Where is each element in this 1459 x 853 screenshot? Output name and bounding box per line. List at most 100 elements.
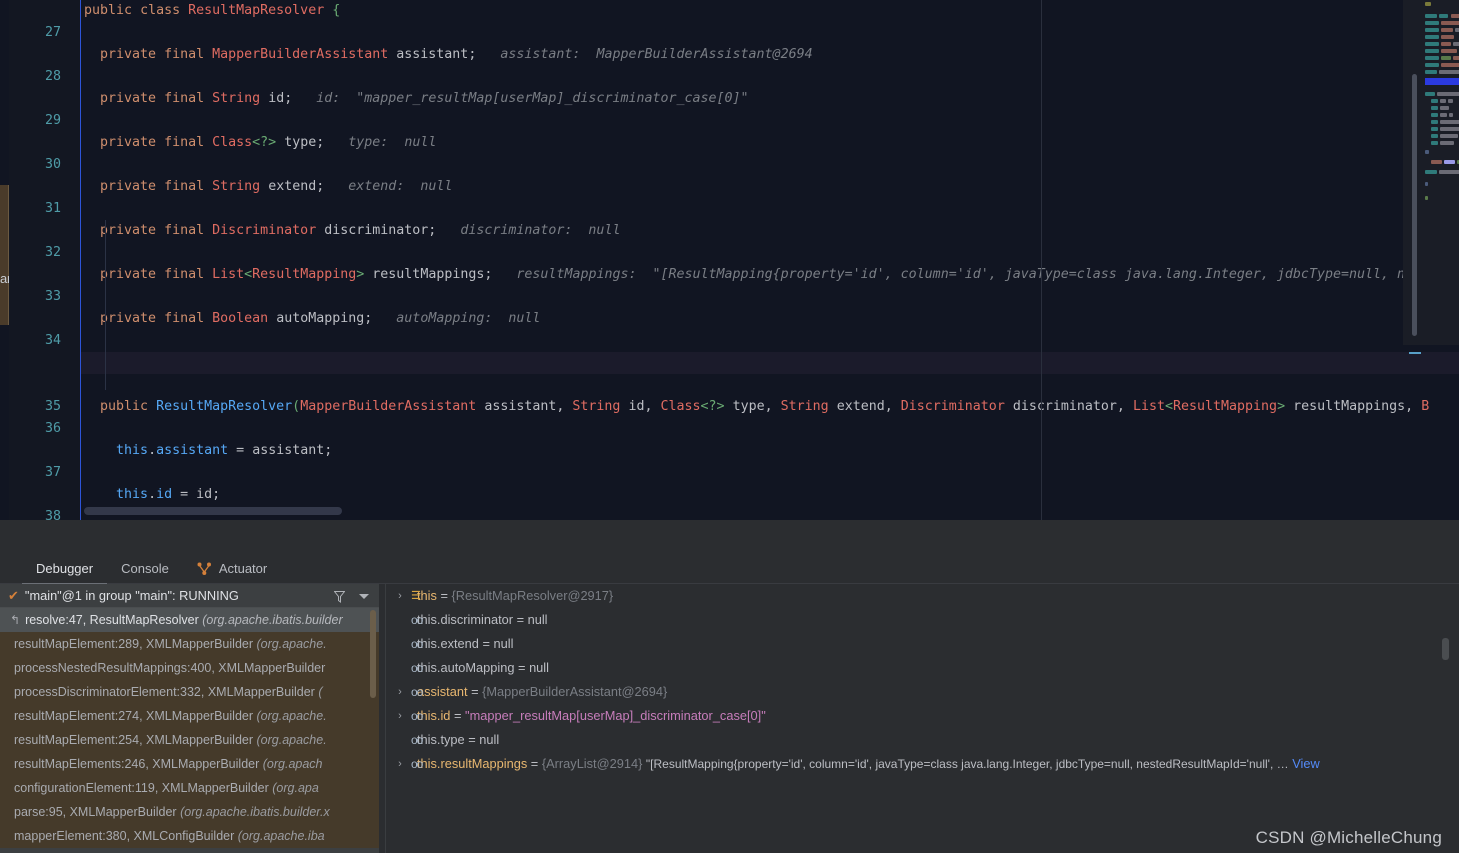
field-value-icon: oo	[411, 685, 423, 699]
inlay-hint: id: "mapper_resultMap[userMap]_discrimin…	[316, 91, 749, 106]
editor-vertical-scrollbar[interactable]	[1412, 74, 1417, 336]
variable-ref: {ArrayList@2914}	[541, 756, 643, 771]
code-line-32: 32 private final Discriminator discrimin…	[0, 220, 1459, 260]
caret-row-highlight	[80, 352, 1459, 374]
frames-scrollbar[interactable]	[370, 610, 376, 698]
field-value-icon: oo	[411, 733, 423, 747]
line-number: 36	[44, 421, 61, 436]
frame-package: (org.apa	[272, 781, 319, 795]
frame-package: (org.apache.ibatis.builder	[202, 613, 343, 627]
tab-actuator-label: Actuator	[218, 561, 268, 576]
inlay-hint: autoMapping: null	[396, 311, 541, 326]
frame-package: (org.apache.iba	[237, 829, 325, 843]
frame-row[interactable]: resultMapElements:246, XMLMapperBuilder …	[0, 752, 379, 776]
code-line-28: 28 private final MapperBuilderAssistant …	[0, 44, 1459, 84]
code-line-31: 31 private final String extend; extend: …	[0, 176, 1459, 216]
actuator-icon	[197, 562, 212, 575]
frame-package: (org.apache.	[256, 637, 327, 651]
editor-marker-stripe[interactable]	[1409, 352, 1421, 354]
variables-panel[interactable]: › ☰ this = {ResultMapResolver@2917} oo t…	[385, 584, 1459, 853]
frame-row[interactable]: resultMapElement:254, XMLMapperBuilder (…	[0, 728, 379, 752]
frame-row[interactable]: ↰ resolve:47, ResultMapResolver (org.apac…	[0, 608, 379, 632]
equals-sign: =	[513, 612, 528, 627]
code-line-34: 34 private final Boolean autoMapping; au…	[0, 308, 1459, 348]
chevron-right-icon[interactable]: ›	[393, 584, 407, 608]
frame-row[interactable]: configurationElement:119, XMLMapperBuild…	[0, 776, 379, 800]
code-lines: 27 public class ResultMapResolver { 28 p…	[0, 0, 1459, 520]
debug-tabs: Debugger Console Actuator	[0, 554, 1459, 585]
frame-method: resultMapElement:254, XMLMapperBuilder	[14, 733, 254, 747]
frame-method: configurationElement:119, XMLMapperBuild…	[14, 781, 269, 795]
equals-sign: =	[514, 660, 530, 675]
frames-panel: ✔ "main"@1 in group "main": RUNNING ↰ res…	[0, 584, 379, 853]
line-number: 31	[44, 201, 61, 216]
code-left-border	[80, 0, 81, 520]
variable-ref: {ResultMapResolver@2917}	[451, 588, 614, 603]
variable-row-automapping[interactable]: oo this.autoMapping = null	[385, 656, 1459, 680]
tab-console[interactable]: Console	[107, 554, 183, 584]
view-link[interactable]: View	[1292, 756, 1320, 771]
chevron-right-icon[interactable]: ›	[393, 704, 407, 728]
code-line-33: 33 private final List<ResultMapping> res…	[0, 264, 1459, 304]
variable-row-id[interactable]: › oo this.id = "mapper_resultMap[userMap…	[385, 704, 1459, 728]
chevron-down-icon[interactable]	[359, 593, 369, 599]
variable-name: assistant	[417, 684, 468, 699]
variable-name: this.extend	[417, 636, 479, 651]
minimap-highlight	[1425, 78, 1459, 85]
variable-name: this.resultMappings	[417, 756, 528, 771]
inlay-hint: assistant: MapperBuilderAssistant@2694	[500, 47, 813, 62]
variable-row-assistant[interactable]: › oo assistant = {MapperBuilderAssistant…	[385, 680, 1459, 704]
variable-row-resultmappings[interactable]: › oo this.resultMappings = {ArrayList@29…	[385, 752, 1459, 776]
tab-debugger[interactable]: Debugger	[22, 554, 108, 585]
frame-row[interactable]: resultMapElement:274, XMLMapperBuilder (…	[0, 704, 379, 728]
variable-value: null	[529, 660, 549, 675]
no-expander	[393, 632, 407, 656]
variable-row-discriminator[interactable]: oo this.discriminator = null	[385, 608, 1459, 632]
variable-value: null	[527, 612, 548, 627]
code-line-36: 36 public ResultMapResolver(MapperBuilde…	[0, 396, 1459, 436]
equals-sign: =	[464, 732, 480, 747]
line-number: 33	[44, 289, 61, 304]
line-number: 34	[44, 333, 61, 348]
filter-icon[interactable]	[333, 590, 346, 603]
frame-row[interactable]: mapperElement:380, XMLConfigBuilder (org…	[0, 824, 379, 848]
frame-row[interactable]: processNestedResultMappings:400, XMLMapp…	[0, 656, 379, 680]
frame-method: resolve:47, ResultMapResolver	[25, 613, 199, 627]
field-value-icon: oo	[411, 661, 423, 675]
return-arrow-icon: ↰	[10, 613, 21, 627]
field-value-icon: oo	[411, 637, 423, 651]
code-line-35: 35	[0, 352, 1459, 414]
chevron-right-icon[interactable]: ›	[393, 752, 407, 776]
frame-package: (org.apache.ibatis.builder.x	[180, 805, 330, 819]
thread-selector[interactable]: ✔ "main"@1 in group "main": RUNNING	[0, 584, 379, 608]
no-expander	[393, 728, 407, 752]
field-value-icon: oo	[411, 757, 423, 771]
tool-window-splitter[interactable]	[0, 520, 1459, 554]
variable-row-extend[interactable]: oo this.extend = null	[385, 632, 1459, 656]
line-number: 29	[44, 113, 61, 128]
code-line-37: 37 this.assistant = assistant;	[0, 440, 1459, 480]
equals-sign: =	[527, 756, 542, 771]
tab-actuator[interactable]: Actuator	[183, 554, 281, 584]
chevron-right-icon[interactable]: ›	[393, 680, 407, 704]
editor-horizontal-scrollbar[interactable]	[84, 507, 342, 515]
call-stack-list[interactable]: ↰ resolve:47, ResultMapResolver (org.apac…	[0, 608, 379, 853]
variable-row-this[interactable]: › ☰ this = {ResultMapResolver@2917}	[385, 584, 1459, 608]
equals-sign: =	[436, 588, 452, 603]
variable-name: this.discriminator	[417, 612, 514, 627]
frame-method: resultMapElements:246, XMLMapperBuilder	[14, 757, 260, 771]
variable-ref: {MapperBuilderAssistant@2694}	[482, 684, 668, 699]
frame-method: mapperElement:380, XMLConfigBuilder	[14, 829, 235, 843]
frame-row[interactable]: processDiscriminatorElement:332, XMLMapp…	[0, 680, 379, 704]
inlay-hint: resultMappings: "[ResultMapping{property…	[516, 267, 1438, 282]
variable-name: this.autoMapping	[417, 660, 515, 675]
line-number: 37	[44, 465, 61, 480]
frame-row[interactable]: resultMapElement:289, XMLMapperBuilder (…	[0, 632, 379, 656]
variable-value: "mapper_resultMap[userMap]_discriminator…	[465, 708, 766, 723]
frame-package: (org.apache.	[256, 733, 327, 747]
code-line-38: 38 this.id = id;	[0, 484, 1459, 520]
variable-row-type[interactable]: oo this.type = null	[385, 728, 1459, 752]
code-editor[interactable]: an 27 public class ResultMapResolver { 2…	[0, 0, 1459, 520]
variables-scrollbar[interactable]	[1442, 638, 1449, 660]
frame-row[interactable]: parse:95, XMLMapperBuilder (org.apache.i…	[0, 800, 379, 824]
